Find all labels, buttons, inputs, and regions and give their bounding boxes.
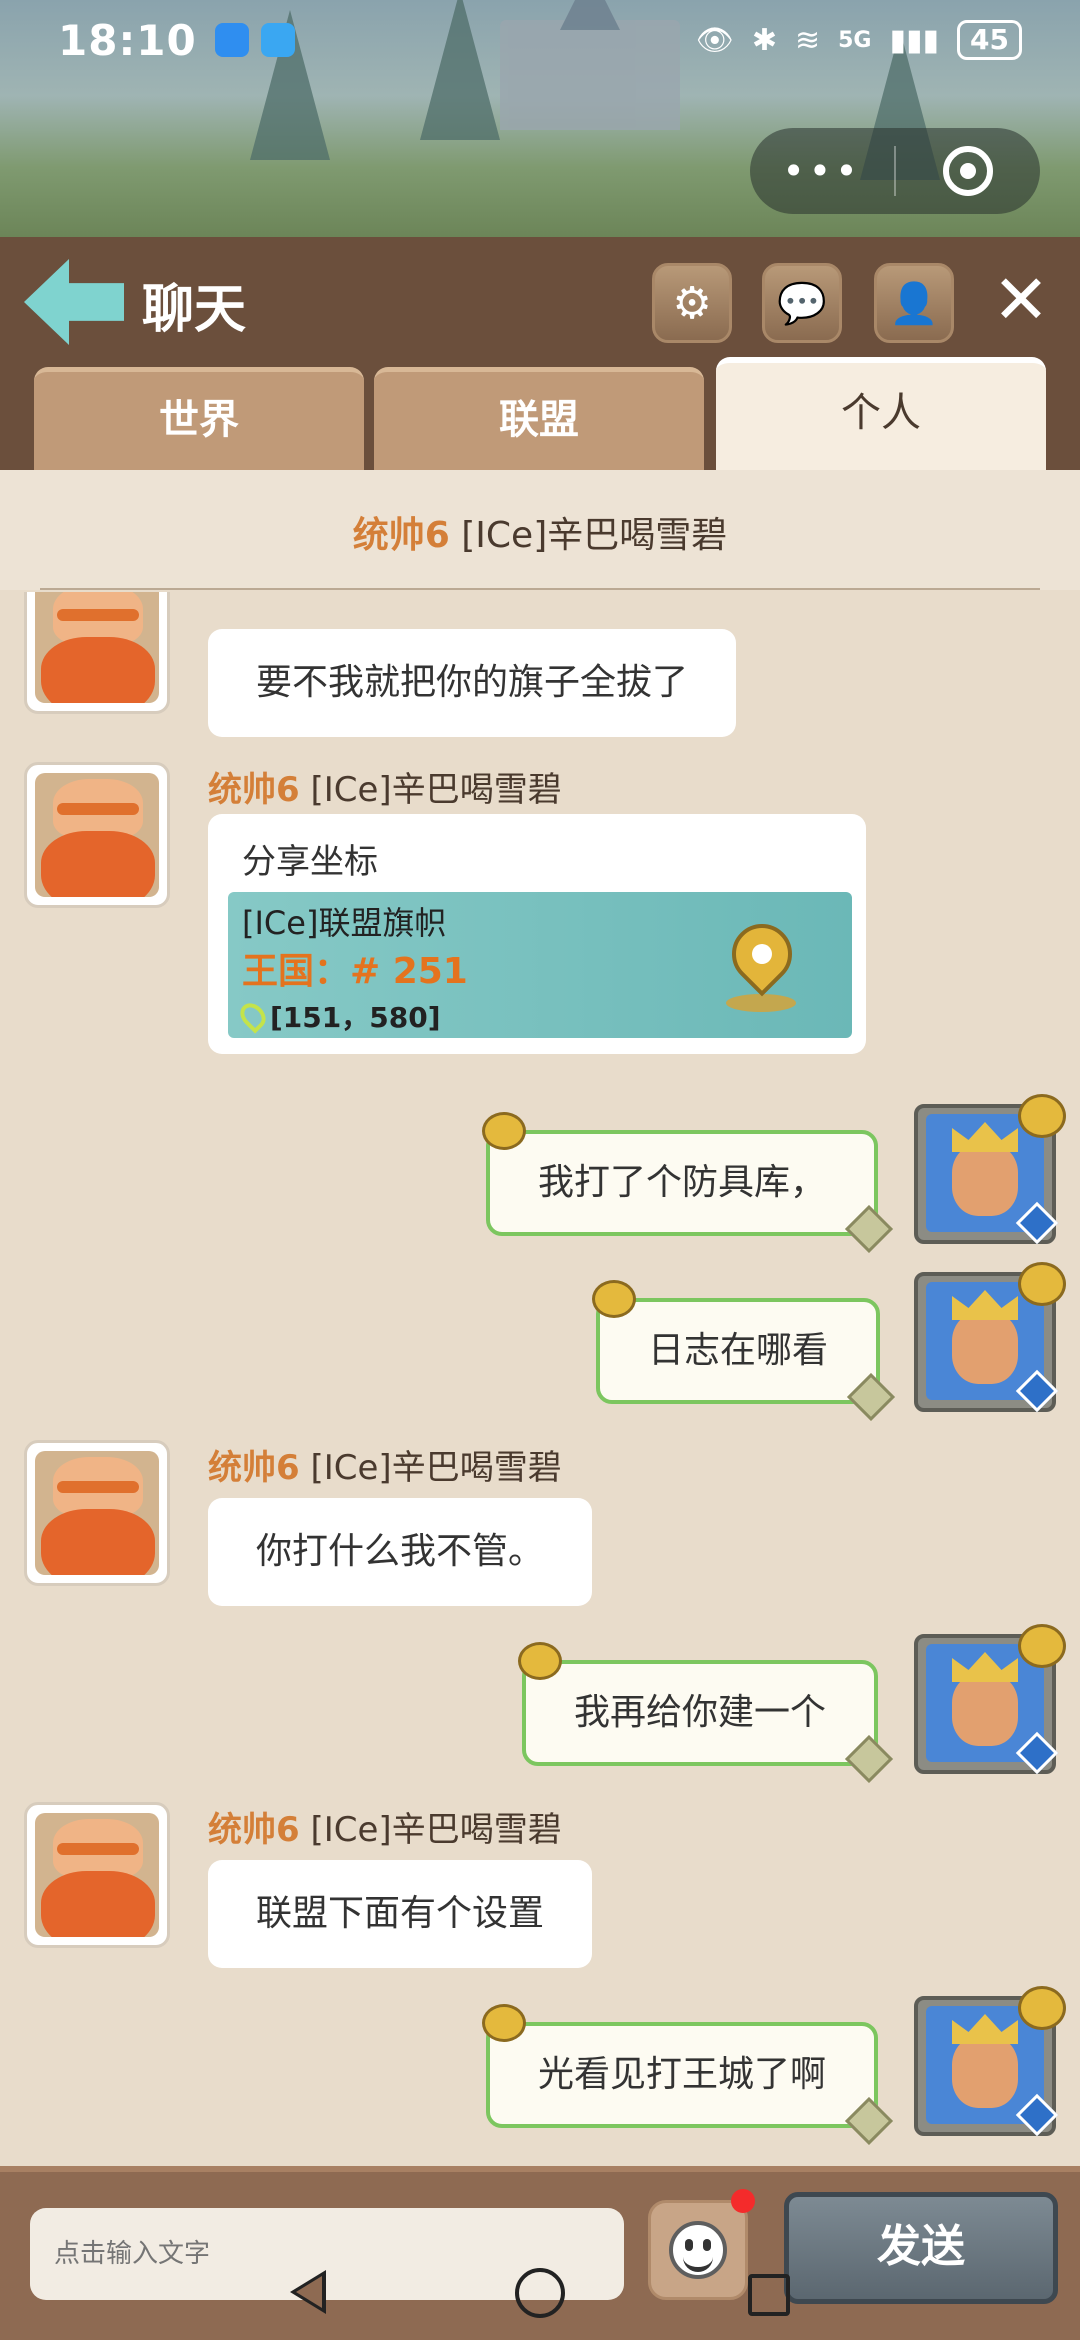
miniprogram-capsule: ••• (750, 128, 1040, 214)
page-title: 聊天 (142, 280, 247, 340)
coin-icon (1018, 1624, 1066, 1668)
channel-tabs: 世界 联盟 个人 (0, 357, 1080, 470)
coin-icon (592, 1280, 636, 1318)
status-bar: 18:10 👁 ✱ ≋ 5G ▮▮▮ 45 (0, 0, 1080, 80)
message-text: 我再给你建一个 (574, 1692, 827, 1733)
nav-recents-icon[interactable] (748, 2274, 790, 2316)
chat-rooms-button[interactable]: 💬 (762, 263, 842, 343)
status-app-icons (214, 23, 295, 57)
location-name: [ICe]联盟旗帜 (242, 904, 447, 942)
status-time: 18:10 (58, 15, 197, 65)
message-bubble[interactable]: 你打什么我不管。 (208, 1498, 593, 1606)
contacts-button[interactable]: 👤 (874, 263, 954, 343)
system-nav-bar (0, 2260, 1080, 2340)
message-text: 我打了个防具库， (538, 1162, 827, 1203)
message-text: 光看见打王城了啊 (538, 2054, 827, 2095)
self-avatar[interactable] (910, 1624, 1066, 1778)
location-preview[interactable]: [ICe]联盟旗帜 王国：# 251 [151，580] (228, 892, 852, 1038)
tab-alliance[interactable]: 联盟 (374, 367, 704, 470)
sender-name: 统帅6 [ICe]辛巴喝雪碧 (208, 762, 562, 811)
shared-location-card[interactable]: 分享坐标 [ICe]联盟旗帜 王国：# 251 [151，580] (208, 814, 866, 1054)
battery-indicator: 45 (957, 20, 1022, 60)
tab-world[interactable]: 世界 (34, 367, 364, 470)
gear-icon: ⚙ (672, 277, 712, 329)
sender-avatar[interactable] (24, 762, 170, 908)
eye-icon: 👁 (695, 22, 734, 58)
message-app-icon (214, 23, 249, 57)
wifi-icon: ≋ (794, 22, 821, 58)
coin-icon (1018, 1262, 1066, 1306)
notification-dot (731, 2189, 755, 2213)
nav-back-icon[interactable] (290, 2270, 326, 2314)
back-arrow-icon (24, 259, 124, 345)
message-bubble[interactable]: 联盟下面有个设置 (208, 1860, 593, 1968)
sender-rank: 统帅6 (208, 770, 300, 810)
sender-rank: 统帅6 (208, 1448, 300, 1488)
coin-icon (482, 2004, 526, 2042)
pin-shadow (726, 994, 796, 1012)
sender-avatar[interactable] (24, 592, 170, 714)
sender-name: 统帅6 [ICe]辛巴喝雪碧 (208, 1802, 562, 1851)
message-bubble-self[interactable]: 我打了个防具库， (482, 1112, 894, 1254)
message-text: 日志在哪看 (648, 1330, 829, 1371)
sender-nickname: [ICe]辛巴喝雪碧 (310, 1810, 562, 1850)
weather-app-icon (260, 23, 295, 57)
target-icon (942, 146, 993, 196)
self-avatar[interactable] (910, 1262, 1066, 1416)
sender-avatar[interactable] (24, 1802, 170, 1948)
location-pin-icon (719, 911, 805, 997)
message-bubble-self[interactable]: 光看见打王城了啊 (482, 2004, 894, 2146)
sender-rank: 统帅6 (208, 1810, 300, 1850)
self-avatar[interactable] (910, 1094, 1066, 1248)
rank-badge-icon (844, 2096, 894, 2146)
coin-icon (482, 1112, 526, 1150)
sender-avatar[interactable] (24, 1440, 170, 1586)
self-avatar[interactable] (910, 1986, 1066, 2140)
location-kingdom: 王国：# 251 (242, 951, 468, 992)
divider (40, 588, 1040, 590)
signal-icon: ▮▮▮ (889, 22, 940, 58)
chat-header: 聊天 ⚙ 💬 👤 ✕ 世界 联盟 个人 (0, 237, 1080, 470)
rank-badge-icon (846, 1372, 896, 1422)
conversation-name: [ICe]辛巴喝雪碧 (461, 515, 728, 556)
coin-icon (1018, 1094, 1066, 1138)
rank-badge-icon (844, 1204, 894, 1254)
coin-icon (1018, 1986, 1066, 2030)
message-bubble-self[interactable]: 日志在哪看 (592, 1280, 896, 1422)
close-miniprogram-button[interactable] (896, 146, 1040, 196)
sender-nickname: [ICe]辛巴喝雪碧 (310, 770, 562, 810)
sender-name: 统帅6 [ICe]辛巴喝雪碧 (208, 1440, 562, 1489)
close-icon[interactable]: ✕ (986, 261, 1056, 341)
conversation-header: 统帅6 [ICe]辛巴喝雪碧 (0, 470, 1080, 590)
person-icon: 👤 (889, 280, 939, 327)
map-pin-icon (235, 998, 271, 1034)
rank-badge-icon (844, 1734, 894, 1784)
location-coords: [151，580] (235, 996, 441, 1036)
chat-bubbles-icon: 💬 (777, 280, 827, 327)
back-button[interactable] (24, 259, 124, 349)
tab-personal[interactable]: 个人 (716, 357, 1046, 470)
network-label: 5G (838, 27, 872, 53)
coords-text: [151，580] (270, 1001, 441, 1034)
share-title: 分享坐标 (242, 842, 378, 882)
message-bubble-self[interactable]: 我再给你建一个 (518, 1642, 894, 1784)
conversation-title: 统帅6 [ICe]辛巴喝雪碧 (0, 506, 1080, 558)
more-menu-button[interactable]: ••• (750, 149, 894, 193)
conversation-rank: 统帅6 (352, 515, 450, 556)
sender-nickname: [ICe]辛巴喝雪碧 (310, 1448, 562, 1488)
message-bubble[interactable]: 要不我就把你的旗子全拔了 (208, 629, 737, 737)
nav-home-icon[interactable] (515, 2268, 565, 2318)
status-indicators: 👁 ✱ ≋ 5G ▮▮▮ 45 (696, 20, 1022, 60)
message-list[interactable]: 要不我就把你的旗子全拔了 统帅6 [ICe]辛巴喝雪碧 分享坐标 [ICe]联盟… (0, 592, 1080, 2166)
settings-button[interactable]: ⚙ (652, 263, 732, 343)
bluetooth-icon: ✱ (751, 22, 777, 58)
coin-icon (518, 1642, 562, 1680)
